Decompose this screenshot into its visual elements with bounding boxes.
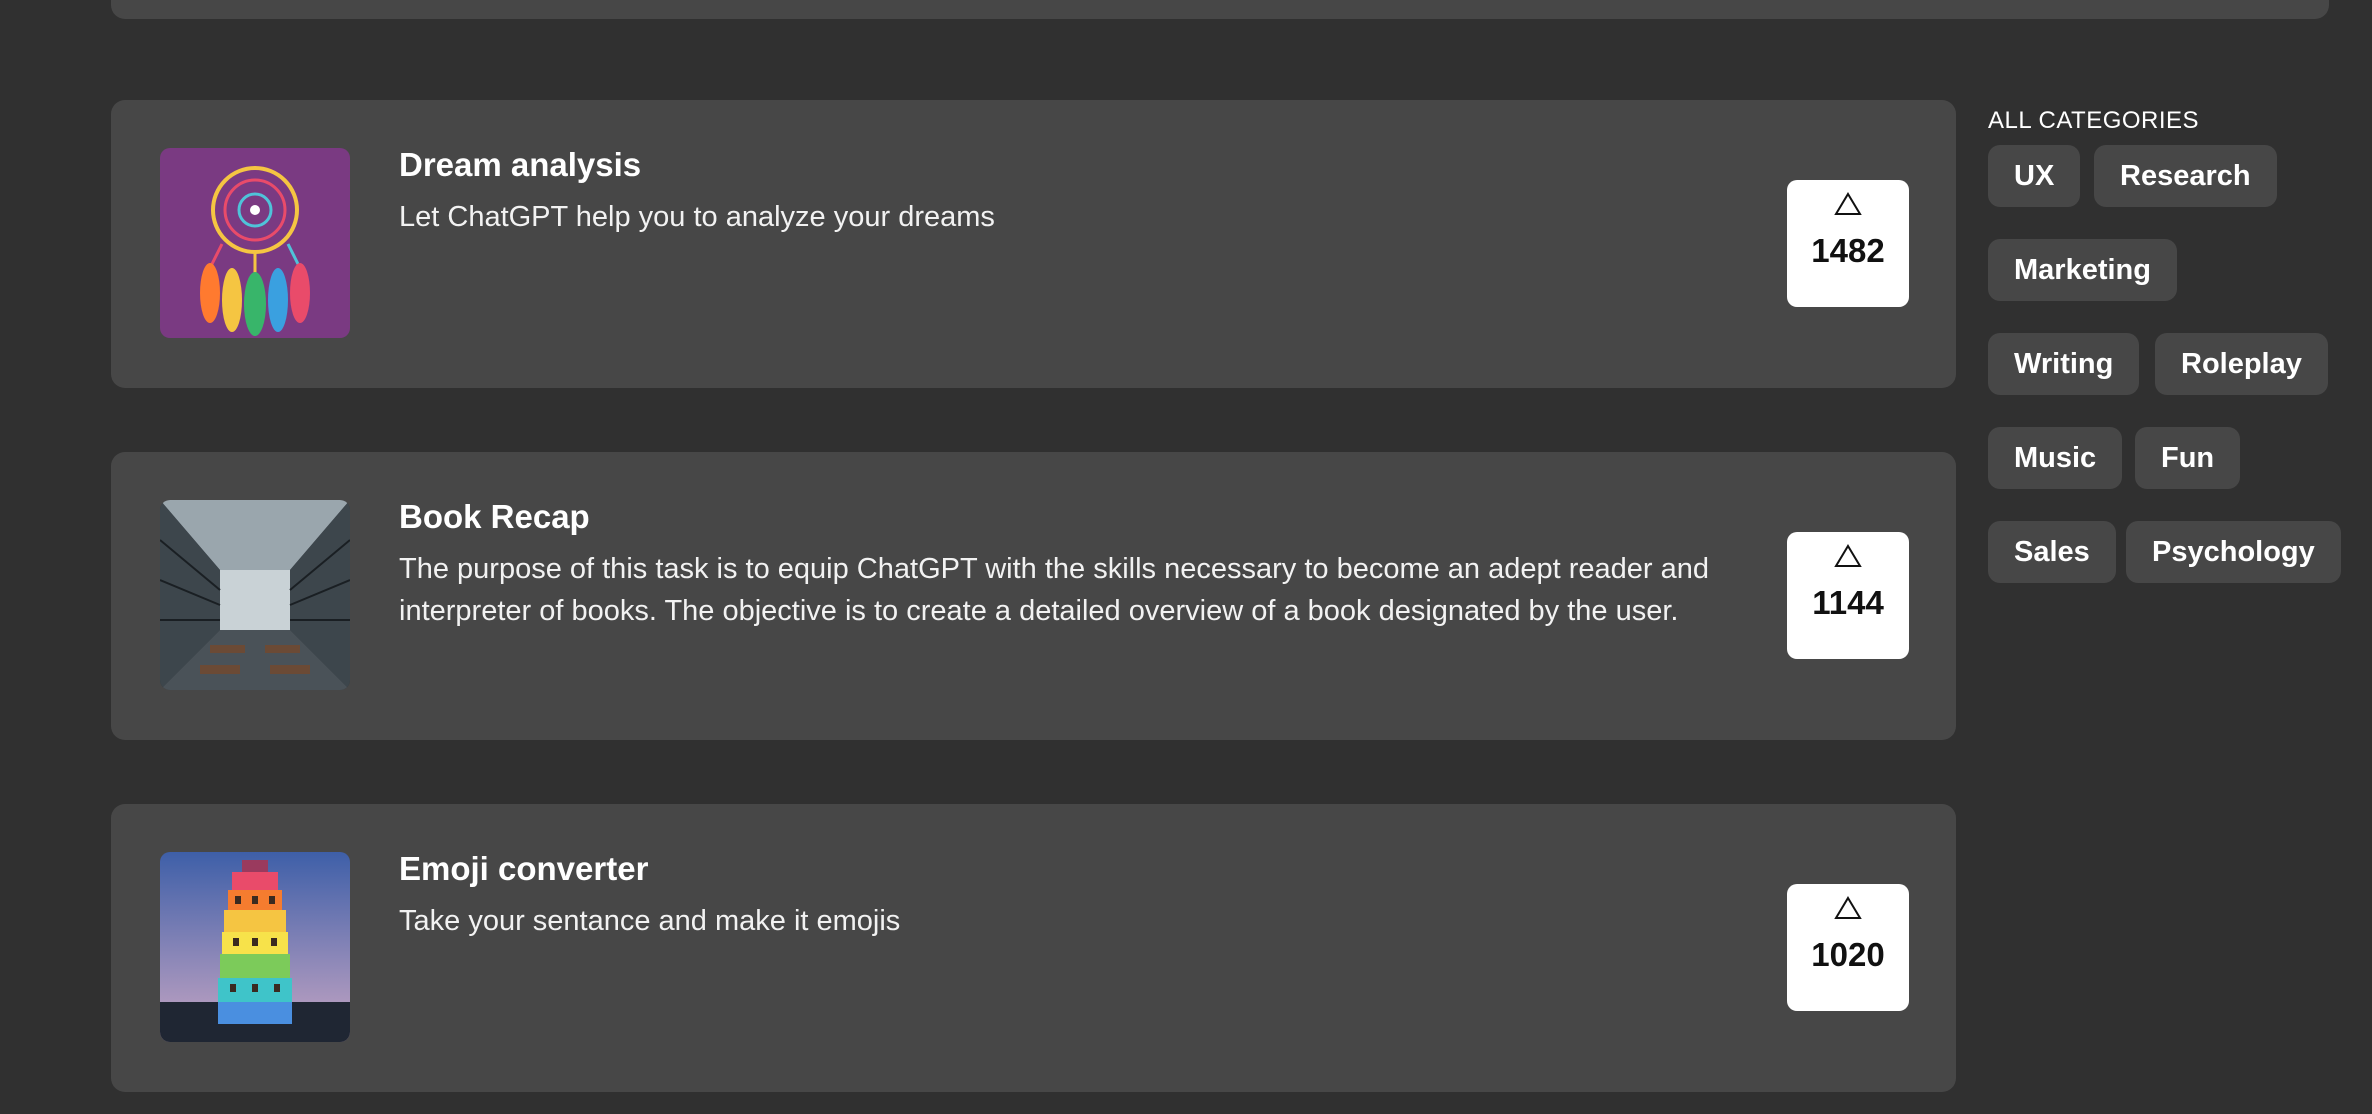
category-roleplay[interactable]: Roleplay — [2155, 333, 2328, 395]
category-psychology[interactable]: Psychology — [2126, 521, 2341, 583]
categories-heading: ALL CATEGORIES — [1988, 107, 2200, 134]
prompt-card-emoji-converter[interactable]: Emoji converter Take your sentance and m… — [111, 804, 1956, 1092]
prompt-description: Take your sentance and make it emojis — [399, 905, 901, 937]
triangle-up-icon — [1834, 544, 1862, 567]
category-fun[interactable]: Fun — [2135, 427, 2241, 489]
library-hall-image — [160, 500, 350, 690]
search-bar-container — [111, 0, 2329, 19]
category-research[interactable]: Research — [2094, 145, 2277, 207]
prompt-card-book-recap[interactable]: Book Recap The purpose of this task is t… — [111, 452, 1956, 740]
triangle-up-icon — [1834, 896, 1862, 919]
category-ux[interactable]: UX — [1988, 145, 2081, 207]
upvote-count: 1482 — [1811, 232, 1885, 269]
prompt-title[interactable]: Emoji converter — [399, 850, 648, 888]
upvote-button[interactable]: 1144 — [1787, 532, 1909, 659]
category-marketing[interactable]: Marketing — [1988, 239, 2177, 301]
prompt-title[interactable]: Dream analysis — [399, 146, 641, 184]
category-writing[interactable]: Writing — [1988, 333, 2140, 395]
colorful-tower-image — [160, 852, 350, 1042]
prompt-title[interactable]: Book Recap — [399, 498, 590, 536]
prompt-description: The purpose of this task is to equip Cha… — [399, 553, 1710, 627]
upvote-button[interactable]: 1482 — [1787, 180, 1909, 307]
category-music[interactable]: Music — [1988, 427, 2123, 489]
category-sales[interactable]: Sales — [1988, 521, 2116, 583]
prompt-description: Let ChatGPT help you to analyze your dre… — [399, 201, 995, 233]
upvote-count: 1144 — [1812, 584, 1884, 621]
dreamcatcher-image — [160, 148, 350, 338]
upvote-button[interactable]: 1020 — [1787, 884, 1909, 1011]
prompt-card-dream-analysis[interactable]: Dream analysis Let ChatGPT help you to a… — [111, 100, 1956, 388]
upvote-count: 1020 — [1811, 936, 1885, 973]
triangle-up-icon — [1834, 192, 1862, 215]
